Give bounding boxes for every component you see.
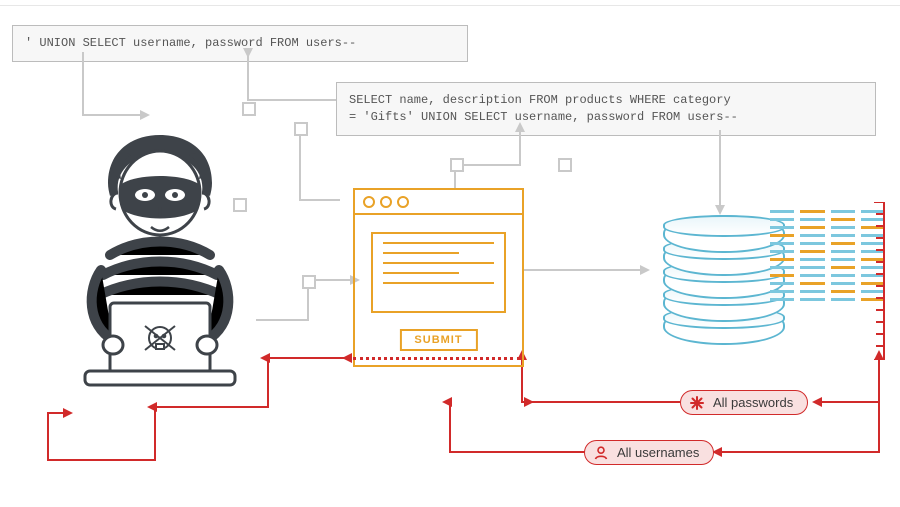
form-area	[371, 232, 506, 313]
injection-point-indicator	[353, 357, 520, 360]
diagram-stage: ' UNION SELECT username, password FROM u…	[0, 0, 900, 507]
all-passwords-pill: All passwords	[680, 390, 808, 415]
attacker-illustration	[65, 135, 255, 420]
leaked-data-illustration	[770, 205, 885, 360]
submit-button-label: SUBMIT	[414, 334, 462, 346]
asterisk-icon	[689, 395, 705, 411]
user-icon	[593, 445, 609, 461]
all-usernames-label: All usernames	[617, 445, 699, 460]
submit-button[interactable]: SUBMIT	[399, 329, 477, 351]
data-capture-bracket-icon	[872, 202, 886, 360]
all-passwords-label: All passwords	[713, 395, 793, 410]
browser-chrome-icon	[355, 190, 522, 215]
all-usernames-pill: All usernames	[584, 440, 714, 465]
database-illustration	[663, 215, 781, 343]
web-form-illustration: SUBMIT	[353, 188, 524, 367]
